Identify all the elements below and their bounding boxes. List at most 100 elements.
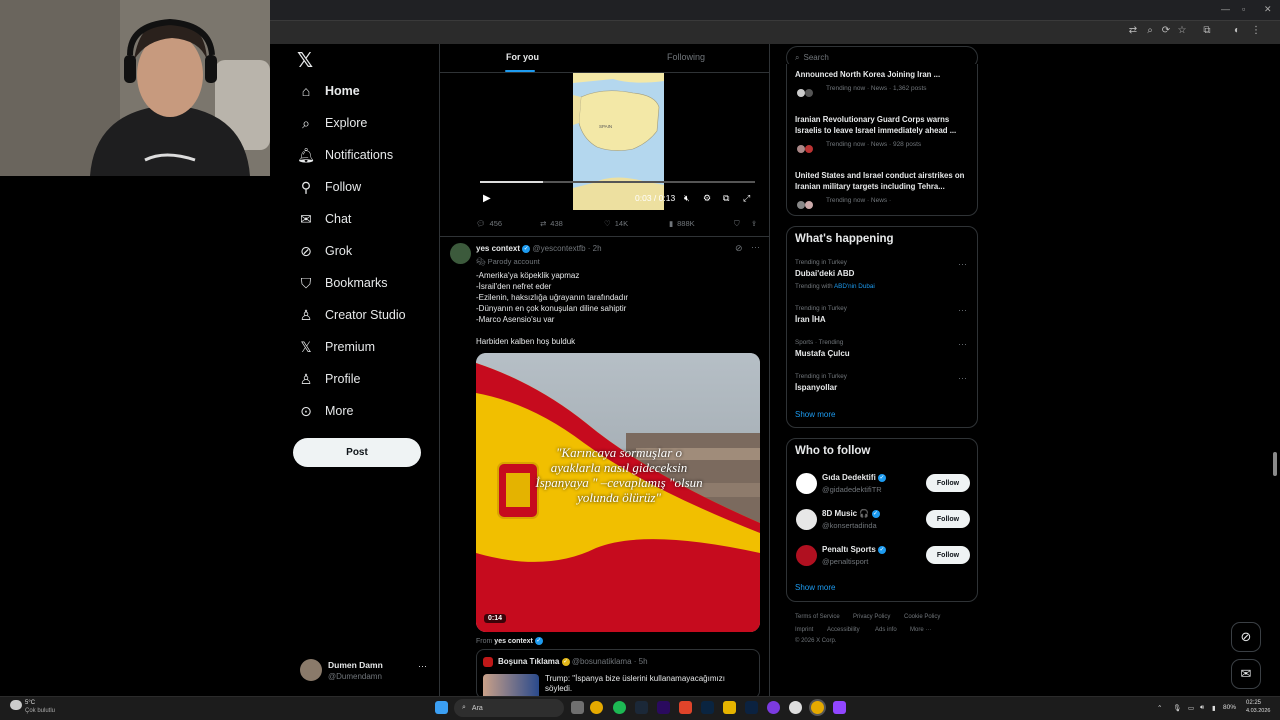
brave-icon[interactable] [679,701,692,714]
mic-icon[interactable]: 🎙︎ [1173,704,1181,712]
suggested-user-name[interactable]: 8D Music 🎧 ✓ [822,509,880,518]
weather-temp[interactable]: 5°C [25,700,35,706]
minimize-icon[interactable]: — [1221,4,1230,14]
battery-percent[interactable]: 80% [1223,704,1236,711]
zoom-icon[interactable]: ⌕ [1144,25,1156,37]
weather-desc[interactable]: Çok bulutlu [25,708,55,714]
footer-link[interactable]: Terms of Service [795,614,840,620]
footer-link[interactable]: Cookie Policy [904,614,940,620]
show-more-link[interactable]: Show more [795,583,835,592]
tweet-more-icon[interactable]: ··· [751,242,760,252]
repost-button[interactable]: ⇄ 438 [540,219,563,228]
share-icon[interactable]: ⇪ [751,219,757,228]
mute-icon[interactable]: 🔇︎ [684,193,690,204]
nav-notifications[interactable]: 🔔︎ Notifications [297,143,393,167]
news-headline[interactable]: United States and Israel conduct airstri… [795,170,971,192]
follow-button[interactable]: Follow [926,474,970,492]
windows-start-icon[interactable] [435,701,448,714]
photoshop-icon[interactable] [745,701,758,714]
nav-grok[interactable]: ⊘ Grok [298,239,352,263]
nav-premium[interactable]: 𝕏 Premium [298,335,375,359]
profile-icon[interactable]: ◐ [1231,25,1243,37]
nav-profile[interactable]: ♙ Profile [298,367,361,391]
trend-name[interactable]: Mustafa Çulcu [795,349,850,358]
news-headline[interactable]: Announced North Korea Joining Iran ... [795,69,971,80]
nav-explore[interactable]: ⌕ Explore [298,111,367,135]
close-icon[interactable]: ✕ [1264,4,1272,15]
x-logo-icon[interactable]: 𝕏 [297,48,313,73]
scrollbar-thumb[interactable] [1273,452,1277,476]
battery-icon[interactable]: ▮ [1212,704,1216,712]
news-headline[interactable]: Iranian Revolutionary Guard Corps warns … [795,114,971,136]
taskbar-search[interactable]: ⌕ Ara [454,699,564,717]
nav-follow[interactable]: ⚲ Follow [298,175,361,199]
browser-menu-icon[interactable]: ⋮ [1250,25,1262,37]
trend-name[interactable]: İran İHA [795,315,826,324]
footer-link[interactable]: Imprint [795,627,813,633]
footer-link[interactable]: Privacy Policy [853,614,890,620]
views-button[interactable]: ▮ 888K [669,219,695,228]
tweet-author-handle[interactable]: @yescontextfb [533,244,586,253]
avatar[interactable] [796,509,817,530]
avatar[interactable] [450,243,471,264]
nav-bookmarks[interactable]: ⛉ Bookmarks [298,271,388,295]
nav-home[interactable]: ⌂ Home [298,79,360,103]
post-button[interactable]: Post [293,438,421,467]
avatar[interactable] [796,473,817,494]
suggested-user-name[interactable]: Gıda Dedektifi ✓ [822,473,887,482]
volume-icon[interactable]: 🔊︎ [1200,704,1204,712]
lightroom-icon[interactable] [701,701,714,714]
trend-more-icon[interactable]: ··· [958,259,967,269]
app-icon[interactable] [767,701,780,714]
github-icon[interactable] [789,701,802,714]
follow-button[interactable]: Follow [926,546,970,564]
footer-link[interactable]: More ··· [910,627,931,633]
avatar[interactable] [796,545,817,566]
chrome-icon[interactable] [590,701,603,714]
steam-icon[interactable] [635,701,648,714]
chrome-active-icon[interactable] [811,701,824,714]
nav-more[interactable]: ⊙ More [298,399,353,423]
tab-following[interactable]: Following [667,52,705,62]
cast-icon[interactable]: ⟳ [1160,25,1172,37]
clock-date[interactable]: 4.03.2026 [1246,708,1270,714]
tray-chevron-icon[interactable]: ⌃ [1157,704,1162,712]
twitch-icon[interactable] [833,701,846,714]
footer-link[interactable]: Ads info [875,627,897,633]
trend-more-icon[interactable]: ··· [958,305,967,315]
clock-time[interactable]: 02:25 [1246,700,1261,706]
task-view-icon[interactable] [571,701,584,714]
trend-extra-link[interactable]: ABD'nin Dubai [834,283,875,290]
spotify-icon[interactable] [613,701,626,714]
settings-icon[interactable]: ⚙ [703,193,711,204]
quoted-tweet[interactable]: Boşuna Tıklama ✓ @bosunatiklama · 5h Tru… [476,649,760,700]
bookmark-tweet-icon[interactable]: ⛉ [734,219,740,229]
grok-icon[interactable]: ⊘ [735,243,743,254]
extensions-icon[interactable]: ⧉ [1201,25,1213,37]
account-switcher[interactable]: Dumen Damn @Dumendamn ··· [300,657,430,687]
footer-link[interactable]: Accessibility [827,627,860,633]
premiere-icon[interactable] [657,701,670,714]
reply-button[interactable]: 💬︎ 456 [476,219,502,228]
tweet-media[interactable]: "Karıncaya sormuşlar o ayaklarla nasıl g… [476,353,760,632]
suggested-user-name[interactable]: Penaltı Sports ✓ [822,545,887,554]
trend-more-icon[interactable]: ··· [958,339,967,349]
tweet-time[interactable]: · 2h [588,244,602,253]
trend-name[interactable]: İspanyollar [795,383,837,392]
from-name[interactable]: yes context [494,638,533,645]
grok-float-button[interactable]: ⊘ [1231,622,1261,652]
like-button[interactable]: ♡ 14K [604,219,628,228]
maximize-icon[interactable]: ▫ [1242,4,1245,14]
trend-name[interactable]: Dubai'deki ABD [795,269,854,278]
show-more-link[interactable]: Show more [795,410,835,419]
fullscreen-icon[interactable]: ⤢ [743,193,750,204]
weather-icon[interactable] [10,700,22,710]
file-explorer-icon[interactable] [723,701,736,714]
tweet-author-name[interactable]: yes context [476,244,520,253]
bookmark-star-icon[interactable]: ☆ [1176,25,1188,37]
pip-icon[interactable]: ⧉ [723,193,729,204]
messages-float-button[interactable]: ✉ [1231,659,1261,689]
tab-for-you[interactable]: For you [506,52,539,62]
account-more-icon[interactable]: ··· [418,661,427,671]
translate-icon[interactable]: ⇄ [1127,25,1139,37]
